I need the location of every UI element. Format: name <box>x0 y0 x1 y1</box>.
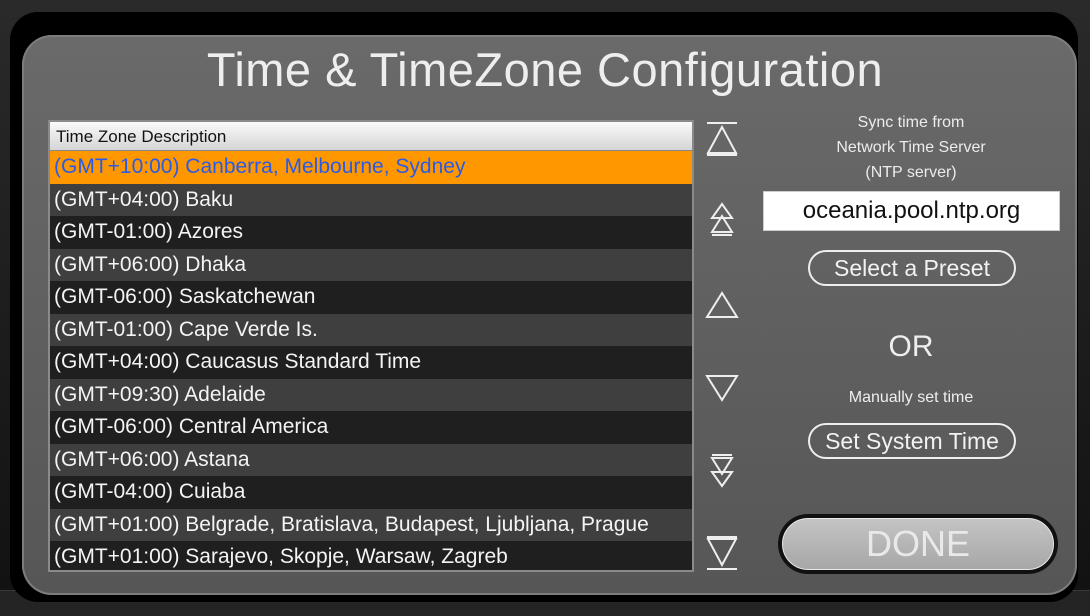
timezone-row[interactable]: (GMT-01:00) Cape Verde Is. <box>50 313 692 346</box>
timezone-row[interactable]: (GMT+04:00) Baku <box>50 183 692 216</box>
page-down-icon <box>710 454 734 488</box>
timezone-row[interactable]: (GMT+04:00) Caucasus Standard Time <box>50 346 692 379</box>
page-up-button[interactable] <box>702 200 742 240</box>
timezone-list-header: Time Zone Description <box>50 122 692 151</box>
done-button[interactable]: DONE <box>778 514 1058 574</box>
ntp-sync-line-3: (NTP server) <box>865 164 957 181</box>
scroll-bottom-icon <box>706 536 738 570</box>
dialog-title: Time & TimeZone Configuration <box>206 43 884 96</box>
timezone-row-selected[interactable]: (GMT+10:00) Canberra, Melbourne, Sydney <box>50 151 692 184</box>
timezone-row[interactable]: (GMT+01:00) Belgrade, Bratislava, Budape… <box>50 508 692 541</box>
or-separator: OR <box>888 330 934 363</box>
select-preset-button[interactable]: Select a Preset <box>808 250 1016 286</box>
done-button-label: DONE <box>782 518 1054 570</box>
timezone-row[interactable]: (GMT-01:00) Azores <box>50 216 692 249</box>
timezone-list[interactable]: Time Zone Description (GMT+10:00) Canber… <box>48 120 694 572</box>
set-system-time-button[interactable]: Set System Time <box>808 423 1016 459</box>
scroll-top-icon <box>706 122 738 156</box>
ntp-sync-line-1: Sync time from <box>857 114 965 131</box>
scroll-to-bottom-button[interactable] <box>702 533 742 573</box>
timezone-row[interactable]: (GMT+01:00) Sarajevo, Skopje, Warsaw, Za… <box>50 541 692 570</box>
timezone-rows: (GMT+10:00) Canberra, Melbourne, Sydney(… <box>50 151 692 570</box>
timezone-row[interactable]: (GMT+09:30) Adelaide <box>50 378 692 411</box>
ntp-sync-line-2: Network Time Server <box>836 139 986 156</box>
timezone-row[interactable]: (GMT-04:00) Cuiaba <box>50 476 692 509</box>
ntp-sync-description: Sync time from Network Time Server (NTP … <box>760 110 1062 185</box>
scroll-up-icon <box>705 291 739 318</box>
ntp-server-input[interactable] <box>763 191 1060 231</box>
scroll-up-button[interactable] <box>702 285 742 325</box>
scroll-to-top-button[interactable] <box>702 119 742 159</box>
manual-time-label: Manually set time <box>848 389 974 406</box>
scroll-down-icon <box>705 375 739 402</box>
timezone-row[interactable]: (GMT-06:00) Central America <box>50 411 692 444</box>
timezone-row[interactable]: (GMT+06:00) Dhaka <box>50 248 692 281</box>
timezone-row[interactable]: (GMT-06:00) Saskatchewan <box>50 281 692 314</box>
timezone-row[interactable]: (GMT+06:00) Astana <box>50 443 692 476</box>
page-up-icon <box>710 202 734 236</box>
page-down-button[interactable] <box>702 450 742 490</box>
scroll-down-button[interactable] <box>702 368 742 408</box>
